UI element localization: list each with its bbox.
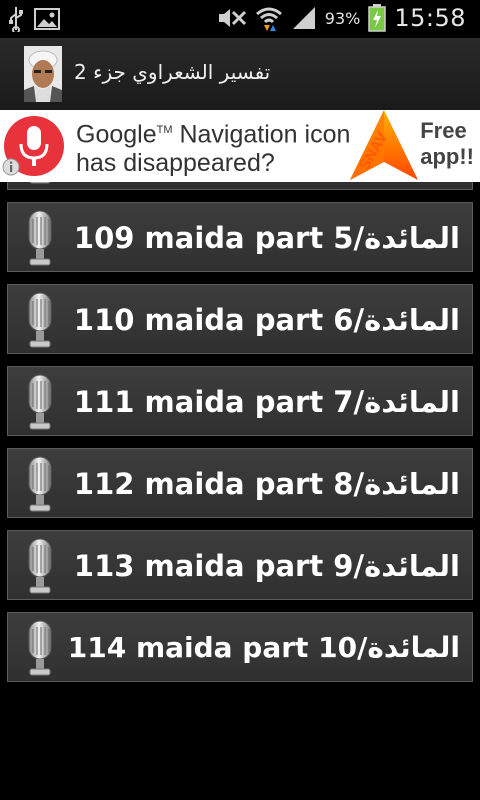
battery-charging-icon — [368, 4, 387, 32]
microphone-icon — [28, 374, 52, 430]
list-item[interactable]: 112 maida part 8/المائدة — [7, 448, 473, 518]
microphone-icon — [28, 538, 52, 594]
action-bar: تفسير الشعراوي جزء 2 — [0, 38, 480, 111]
usb-icon — [9, 7, 23, 32]
wifi-icon — [255, 7, 282, 31]
ad-headline: GoogleTM Navigation icon has disappeared… — [76, 120, 351, 178]
image-icon — [34, 8, 60, 30]
episode-list[interactable]: 107 maida part 3/المائدة 108 maida part … — [0, 110, 480, 800]
list-item-label: 114 maida part 10/المائدة — [67, 631, 460, 664]
list-item[interactable]: 110 maida part 6/المائدة — [7, 284, 473, 354]
list-item-label: 109 maida part 5/المائدة — [73, 221, 460, 255]
list-item[interactable]: 114 maida part 10/المائدة — [7, 612, 473, 682]
list-item[interactable]: 113 maida part 9/المائدة — [7, 530, 473, 600]
status-bar: 93% 15:58 — [0, 0, 480, 38]
ad-banner[interactable]: GoogleTM Navigation icon has disappeared… — [0, 110, 480, 182]
microphone-icon — [28, 210, 52, 266]
list-item-label: 113 maida part 9/المائدة — [73, 549, 460, 583]
clock: 15:58 — [394, 4, 466, 32]
list-item-label: 112 maida part 8/المائدة — [73, 467, 460, 501]
signal-icon — [292, 7, 315, 29]
list-item-label: 110 maida part 6/المائدة — [73, 303, 460, 337]
mute-icon — [218, 9, 246, 27]
microphone-icon — [28, 456, 52, 512]
list-item-label: 111 maida part 7/المائدة — [73, 385, 460, 419]
ad-free-label: Free app!! — [420, 118, 474, 169]
snav-arrow-logo: SNAV — [350, 110, 418, 180]
list-item[interactable]: 109 maida part 5/المائدة — [7, 202, 473, 272]
page-title: تفسير الشعراوي جزء 2 — [74, 60, 271, 84]
info-icon[interactable] — [2, 158, 20, 176]
list-item[interactable]: 111 maida part 7/المائدة — [7, 366, 473, 436]
battery-percent: 93% — [324, 8, 361, 28]
microphone-icon — [28, 292, 52, 348]
sheikh-avatar-icon[interactable] — [24, 46, 62, 102]
microphone-icon — [28, 620, 52, 676]
